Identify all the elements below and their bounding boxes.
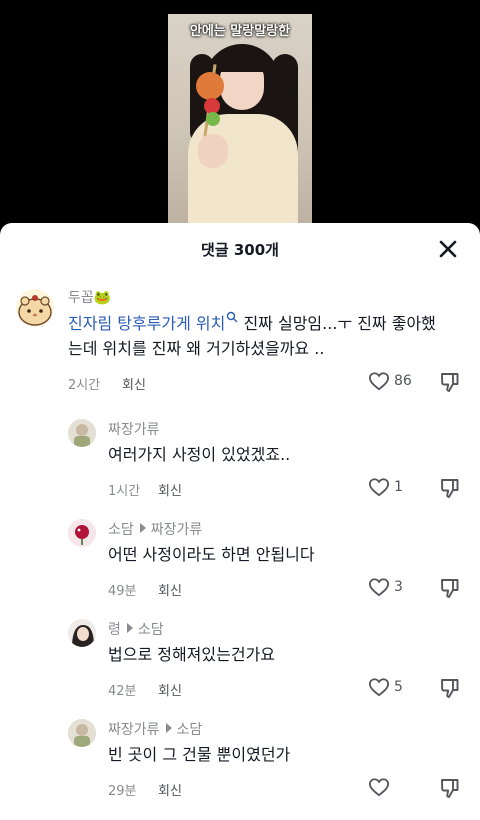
dislike-icon[interactable]: [440, 677, 460, 699]
reply-button[interactable]: 회신: [158, 780, 182, 799]
reply-arrow-icon: [165, 723, 172, 733]
comment-time: 2시간: [68, 378, 101, 393]
bangs-shape: [216, 48, 268, 72]
search-icon: [227, 311, 238, 323]
photo-avatar-icon: [68, 719, 96, 747]
heart-icon: [368, 372, 390, 391]
video-thumbnail[interactable]: 안에는 말랑말랑한: [168, 14, 312, 224]
reply-text: 법으로 정해져있는건가요: [108, 645, 276, 664]
reply-time: 42분: [108, 684, 137, 699]
comment-text-line2: 는데 위치를 진짜 왜 거기하셨을까요 ..: [68, 339, 325, 358]
reply-item: 짜장가류 여러가지 사정이 있었겠죠.. 1시간 회신 1: [0, 413, 480, 503]
like-button[interactable]: 86: [368, 371, 412, 391]
reply-author: 령: [108, 622, 121, 638]
reply-author: 소담: [108, 522, 134, 538]
reply-time: 29분: [108, 784, 137, 799]
like-button[interactable]: 1: [368, 477, 403, 497]
video-caption: 안에는 말랑말랑한: [189, 24, 291, 39]
heart-icon: [368, 578, 390, 597]
reply-time: 49분: [108, 584, 137, 599]
avatar[interactable]: [68, 619, 96, 647]
reply-time: 1시간: [108, 484, 141, 499]
dislike-icon[interactable]: [440, 477, 460, 499]
reply-text: 어떤 사정이라도 하면 안됩니다: [108, 545, 315, 564]
reply-item: 소담 짜장가류 어떤 사정이라도 하면 안됩니다 49분 회신 3: [0, 513, 480, 603]
heart-icon: [368, 778, 390, 797]
search-tag-link[interactable]: 진자림 탕후루가게 위치: [68, 311, 238, 333]
like-count: 5: [394, 679, 403, 695]
reply-button[interactable]: 회신: [158, 680, 182, 699]
reply-item: 짜장가류 소담 빈 곳이 그 건물 뿐이였던가 29분 회신: [0, 713, 480, 803]
hamster-avatar-icon: [18, 295, 52, 326]
dislike-icon[interactable]: [440, 577, 460, 599]
search-tag-label: 진자림 탕후루가게 위치: [68, 314, 226, 333]
like-count: 86: [394, 373, 412, 389]
close-icon[interactable]: [436, 237, 460, 261]
comment-item: 두꼽🐸 진자림 탕후루가게 위치 진짜 실망임...ㅜ 진짜 좋아했 는데 위치…: [0, 283, 480, 403]
fruit-orange: [196, 72, 224, 100]
video-player[interactable]: 안에는 말랑말랑한: [0, 0, 480, 230]
reply-text: 여러가지 사정이 있었겠죠..: [108, 445, 291, 464]
reply-button[interactable]: 회신: [158, 480, 182, 499]
reply-arrow-icon: [126, 623, 133, 633]
dislike-icon[interactable]: [440, 777, 460, 799]
reply-to-name: 소담: [176, 722, 203, 738]
avatar[interactable]: [16, 289, 54, 327]
avatar[interactable]: [68, 419, 96, 447]
comment-text-line1: 진짜 실망임...ㅜ 진짜 좋아했: [238, 314, 436, 333]
comment-count-title: 댓글 300개: [201, 241, 279, 259]
reply-arrow-icon: [139, 523, 146, 533]
photo-avatar-icon: [68, 419, 96, 447]
reply-author: 짜장가류: [108, 722, 160, 738]
flower-avatar-icon: [68, 519, 96, 547]
comment-username[interactable]: 두꼽🐸: [68, 287, 111, 307]
like-button[interactable]: 5: [368, 677, 403, 697]
avatar[interactable]: [68, 519, 96, 547]
reply-text: 빈 곳이 그 건물 뿐이였던가: [108, 745, 291, 764]
comment-text: 진자림 탕후루가게 위치 진짜 실망임...ㅜ 진짜 좋아했 는데 위치를 진짜…: [68, 311, 468, 361]
comment-sheet: 댓글 300개 두꼽🐸 진자림 탕후루가게 위치 진짜 실망임...ㅜ 진짜 좋…: [0, 223, 480, 820]
like-button[interactable]: 3: [368, 577, 403, 597]
reply-button[interactable]: 회신: [122, 374, 146, 393]
reply-to-name: 소담: [137, 622, 164, 638]
like-button[interactable]: [368, 777, 394, 797]
heart-icon: [368, 478, 390, 497]
reply-username[interactable]: 령 소담: [108, 619, 164, 639]
hand-shape: [198, 134, 228, 168]
fruit-grape: [206, 112, 220, 126]
reply-button[interactable]: 회신: [158, 580, 182, 599]
reply-username[interactable]: 소담 짜장가류: [108, 519, 202, 539]
sheet-header: 댓글 300개: [0, 223, 480, 275]
reply-username[interactable]: 짜장가류 소담: [108, 719, 202, 739]
heart-icon: [368, 678, 390, 697]
avatar[interactable]: [68, 719, 96, 747]
reply-to-name: 짜장가류: [150, 522, 203, 538]
like-count: 1: [394, 479, 403, 495]
reply-item: 령 소담 법으로 정해져있는건가요 42분 회신 5: [0, 613, 480, 703]
reply-username[interactable]: 짜장가류: [108, 419, 160, 439]
dislike-icon[interactable]: [440, 371, 460, 393]
person-avatar-icon: [68, 619, 96, 647]
like-count: 3: [394, 579, 403, 595]
